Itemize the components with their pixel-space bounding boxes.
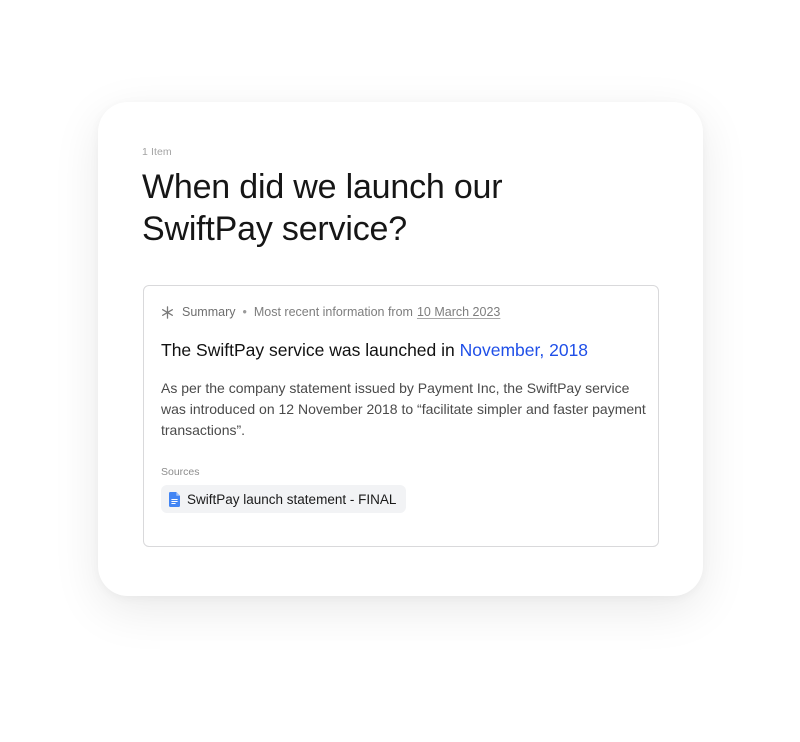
- answer-panel: Summary • Most recent information from 1…: [143, 285, 659, 547]
- answer-body: As per the company statement issued by P…: [161, 380, 646, 438]
- headline-highlight: November, 2018: [459, 340, 589, 360]
- summary-label: Summary: [182, 305, 236, 319]
- source-chip[interactable]: SwiftPay launch statement - FINAL: [161, 485, 407, 513]
- headline-text: The SwiftPay service was launched in: [161, 340, 455, 360]
- summary-meta: Summary • Most recent information from 1…: [161, 305, 500, 319]
- recency-date-link[interactable]: 10 March 2023: [417, 305, 500, 319]
- recency-text: Most recent information from: [253, 305, 413, 319]
- asterisk-icon: [162, 305, 173, 319]
- sources-label: Sources: [161, 466, 200, 478]
- answer-headline: The SwiftPay service was launched in Nov…: [161, 340, 588, 361]
- google-doc-icon: [169, 491, 180, 507]
- source-label: SwiftPay launch statement - FINAL: [187, 491, 397, 507]
- meta-separator: •: [242, 305, 247, 319]
- question-title: When did we launch our SwiftPay service?: [142, 168, 503, 248]
- answer-card: 1 Item When did we launch our SwiftPay s…: [98, 102, 703, 596]
- item-count: 1 Item: [142, 146, 172, 158]
